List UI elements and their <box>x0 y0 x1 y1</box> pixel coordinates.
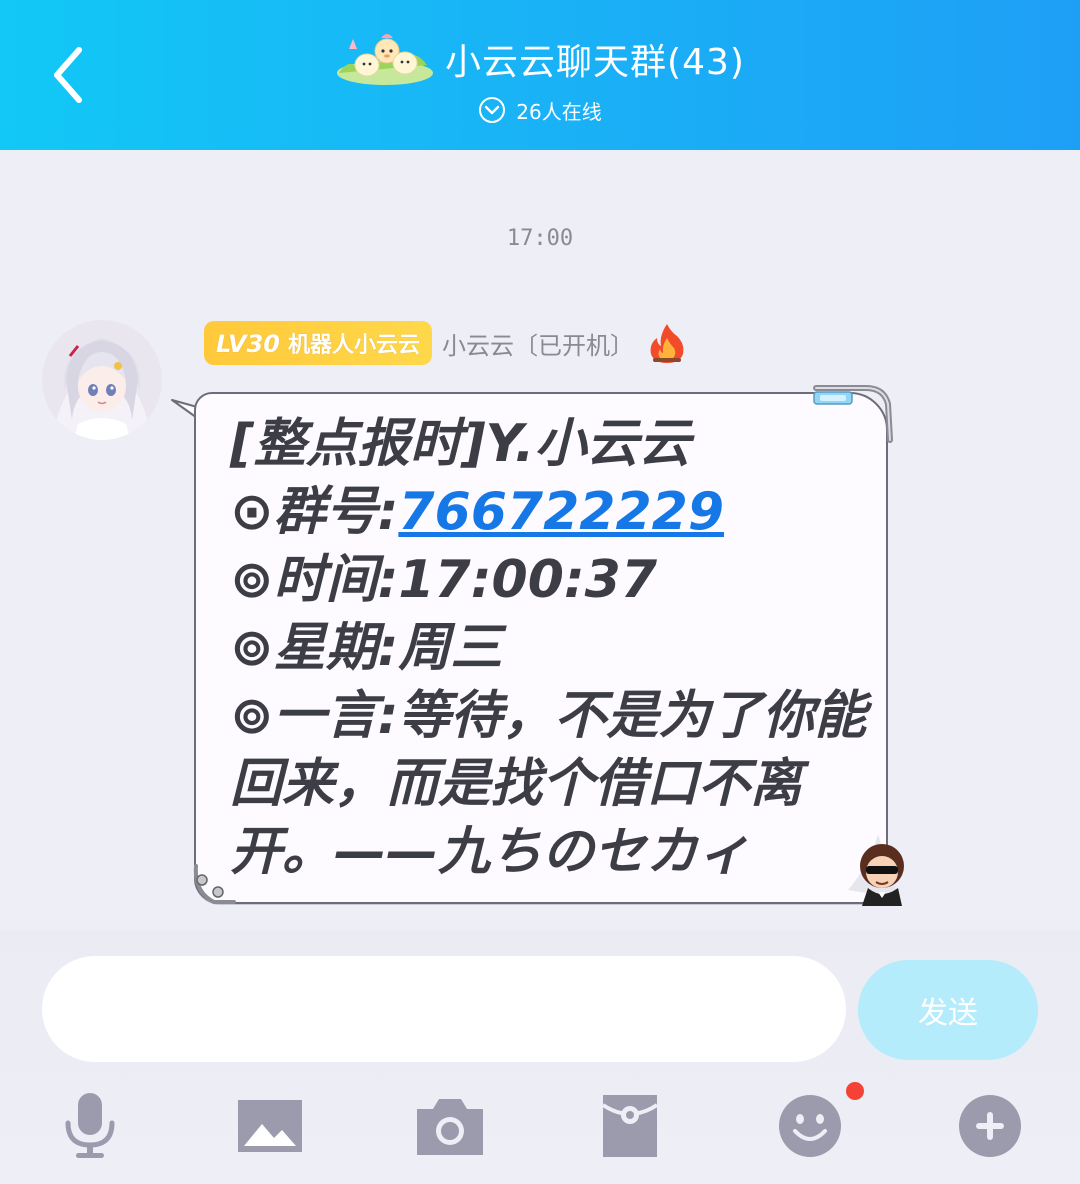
microphone-icon <box>65 1093 115 1158</box>
camera-icon <box>417 1099 483 1155</box>
chat-header: 小云云聊天群(43) 26人在线 <box>0 0 1080 150</box>
chevron-down-circle-icon <box>479 97 506 123</box>
more-button[interactable] <box>952 1088 1028 1164</box>
online-count: 26人在线 <box>516 99 602 124</box>
level-badge[interactable]: LV30 机器人小云云 <box>204 321 432 365</box>
message-line-weekday: ⊚星期:周三 <box>230 618 503 678</box>
camera-button[interactable] <box>412 1088 488 1164</box>
message-input[interactable] <box>42 956 846 1062</box>
message-timestamp: 17:00 <box>506 226 574 251</box>
message-line-quote: ⊚一言:等待，不是为了你能回来，而是找个借口不离开。——九ちのセカィ <box>230 686 867 882</box>
message-text: [整点报时]Y.小云云 ⊙群号:766722229 ⊚时间:17:00:37 ⊚… <box>230 410 870 886</box>
message-meta: LV30 机器人小云云 小云云〔已开机〕 <box>204 320 690 366</box>
title-row[interactable]: 小云云聊天群(43) <box>0 24 1080 94</box>
emoji-icon <box>779 1095 841 1157</box>
fire-icon[interactable] <box>644 320 690 366</box>
image-button[interactable] <box>232 1088 308 1164</box>
badge-level: LV30 <box>216 330 280 358</box>
send-button[interactable]: 发送 <box>858 960 1038 1060</box>
avatar-image <box>42 320 162 440</box>
red-packet-button[interactable] <box>592 1088 668 1164</box>
group-number-link[interactable]: 766722229 <box>398 482 724 542</box>
emoji-notification-dot <box>846 1082 864 1100</box>
sender-nickname[interactable]: 小云云〔已开机〕 <box>442 326 634 361</box>
plus-icon <box>959 1095 1021 1157</box>
red-packet-icon <box>601 1095 659 1157</box>
message-line-title: [整点报时]Y.小云云 <box>230 414 691 474</box>
emoji-button[interactable] <box>772 1088 848 1164</box>
badge-title: 机器人小云云 <box>287 333 420 358</box>
sender-avatar[interactable] <box>42 320 162 440</box>
group-number-label: ⊙群号: <box>230 482 399 542</box>
message-line-time: ⊚时间:17:00:37 <box>230 550 658 610</box>
online-status[interactable]: 26人在线 <box>0 92 1080 128</box>
voice-button[interactable] <box>52 1088 128 1164</box>
chick-decoration-icon <box>337 34 434 85</box>
message-line-group: ⊙群号:766722229 <box>230 478 870 546</box>
image-icon <box>238 1100 302 1152</box>
chat-title: 小云云聊天群(43) <box>445 42 745 83</box>
